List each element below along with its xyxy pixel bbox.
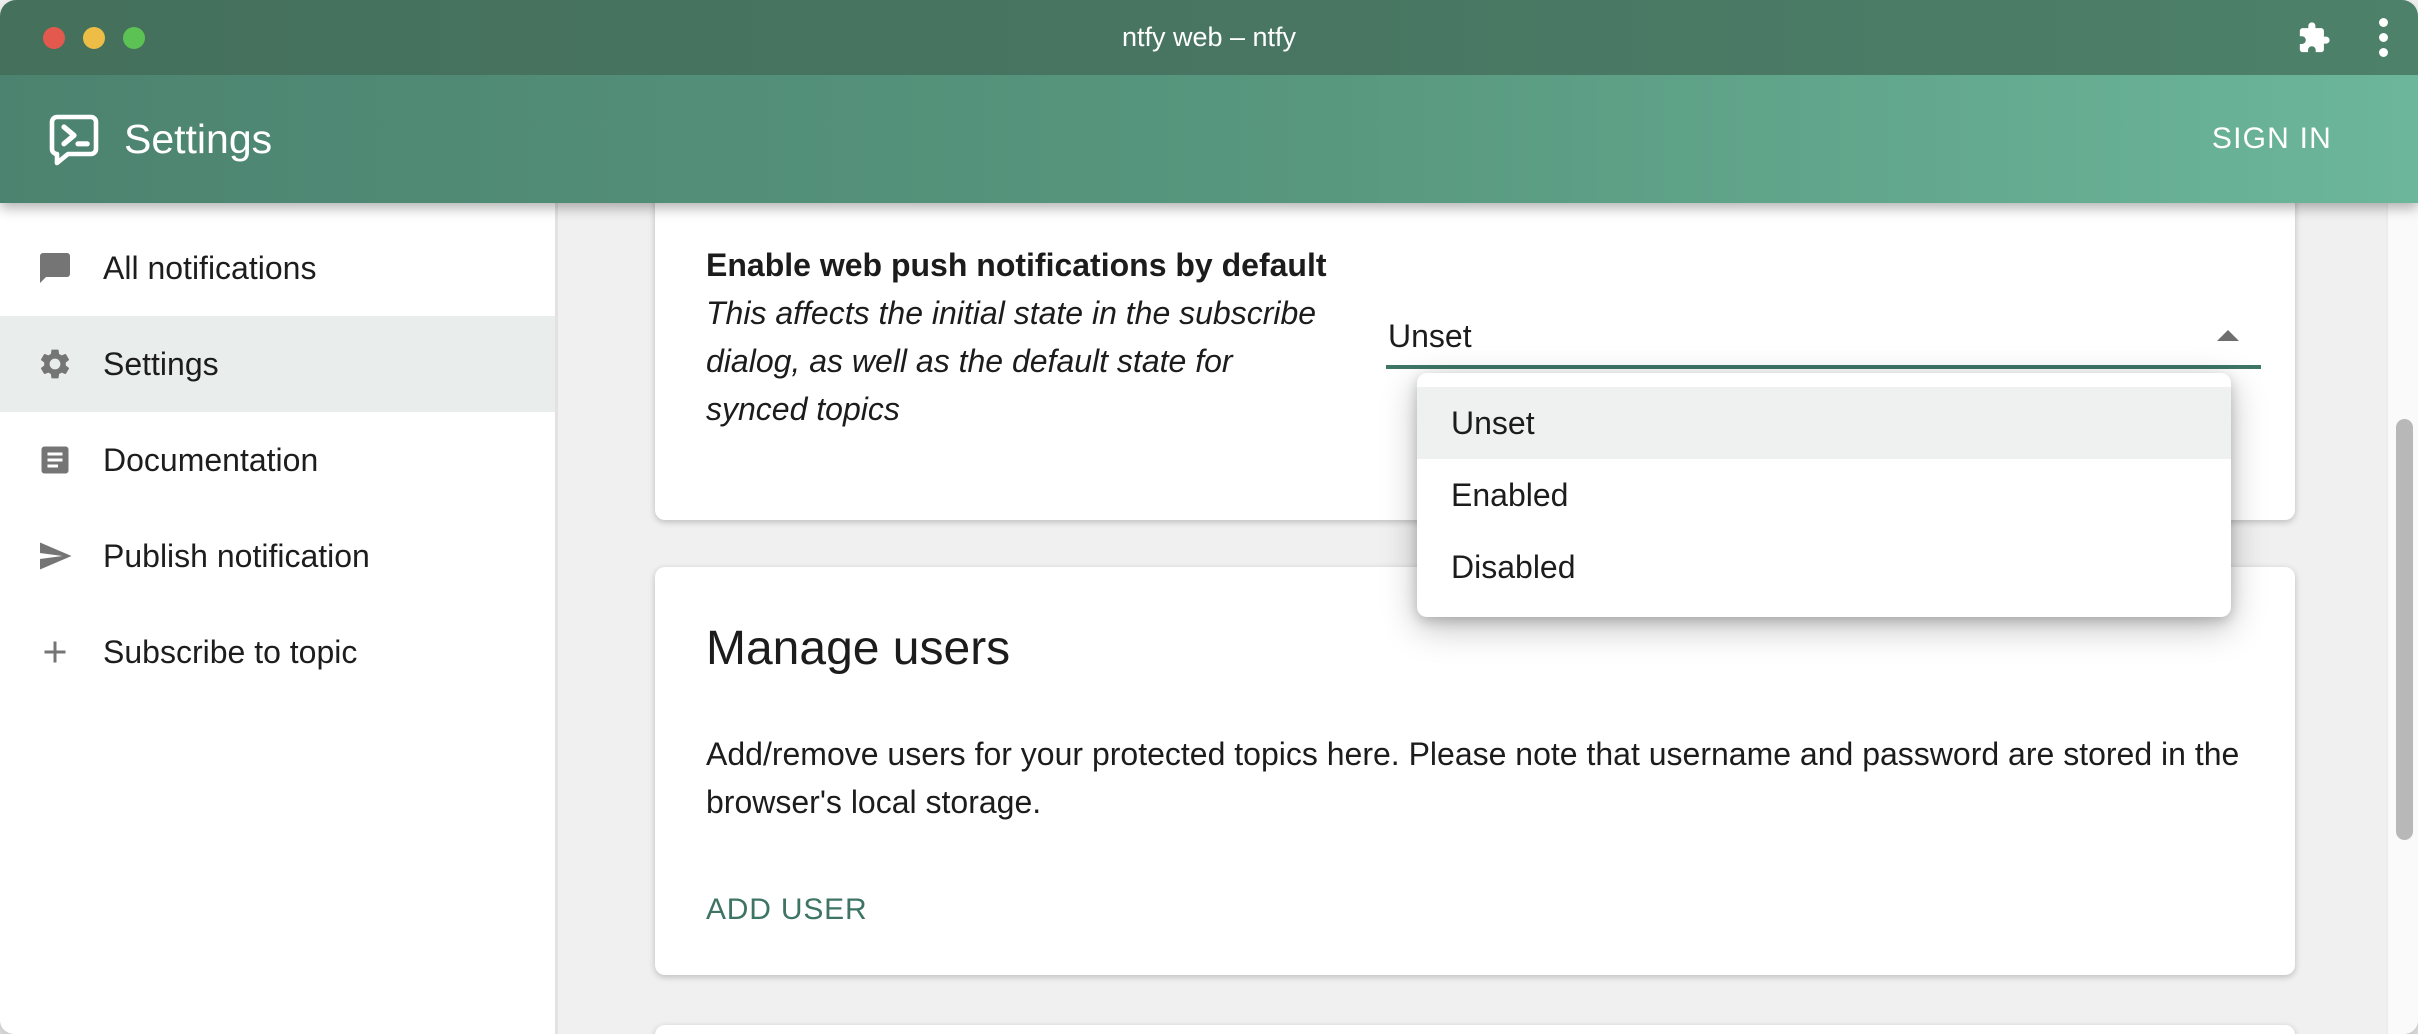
sidebar-item-label: Documentation: [103, 442, 318, 479]
plus-icon: [37, 634, 73, 670]
next-card-partial: [655, 1025, 2295, 1034]
manage-users-title: Manage users: [706, 618, 1010, 680]
ntfy-logo-icon: [48, 112, 100, 171]
sidebar-item-label: Publish notification: [103, 538, 370, 575]
send-icon: [37, 538, 73, 574]
chat-icon: [37, 250, 73, 286]
scrollbar-thumb[interactable]: [2396, 419, 2413, 840]
browser-menu-kebab-icon[interactable]: [2371, 14, 2396, 61]
window-titlebar: ntfy web – ntfy: [0, 0, 2418, 75]
web-push-default-select[interactable]: Unset: [1386, 299, 2263, 369]
sidebar-item-all-notifications[interactable]: All notifications: [0, 220, 555, 316]
sign-in-button[interactable]: SIGN IN: [2206, 75, 2338, 203]
article-icon: [37, 442, 73, 478]
menu-option-disabled[interactable]: Disabled: [1417, 531, 2231, 603]
web-push-setting-title: Enable web push notifications by default: [706, 244, 1327, 286]
gear-icon: [37, 346, 73, 382]
select-value: Unset: [1388, 315, 1472, 357]
web-push-setting-description: This affects the initial state in the su…: [706, 289, 1321, 433]
add-user-button[interactable]: ADD USER: [706, 891, 867, 929]
sidebar-item-documentation[interactable]: Documentation: [0, 412, 555, 508]
manage-users-card: Manage users Add/remove users for your p…: [655, 567, 2295, 975]
menu-option-enabled[interactable]: Enabled: [1417, 459, 2231, 531]
dropdown-menu: Unset Enabled Disabled: [1417, 373, 2231, 617]
browser-window: ntfy web – ntfy Settings SIGN IN: [0, 0, 2418, 1034]
main-content: Enable web push notifications by default…: [561, 203, 2418, 1034]
app-header: Settings SIGN IN: [0, 75, 2418, 203]
scrollbar-track[interactable]: [2386, 203, 2418, 1034]
dropdown-arrow-up-icon: [2217, 330, 2239, 341]
manage-users-description: Add/remove users for your protected topi…: [706, 730, 2266, 826]
page-title: Settings: [124, 75, 272, 203]
menu-option-unset[interactable]: Unset: [1417, 387, 2231, 459]
sidebar-item-label: Settings: [103, 346, 219, 383]
select-underline: [1386, 365, 2261, 369]
sidebar-item-publish-notification[interactable]: Publish notification: [0, 508, 555, 604]
sidebar-item-settings[interactable]: Settings: [0, 316, 555, 412]
extensions-puzzle-icon[interactable]: [2297, 21, 2331, 55]
sidebar: All notifications Settings Documentation…: [0, 203, 558, 1034]
sidebar-item-label: Subscribe to topic: [103, 634, 357, 671]
sidebar-item-label: All notifications: [103, 250, 316, 287]
window-title: ntfy web – ntfy: [0, 0, 2418, 75]
sidebar-item-subscribe-to-topic[interactable]: Subscribe to topic: [0, 604, 555, 700]
